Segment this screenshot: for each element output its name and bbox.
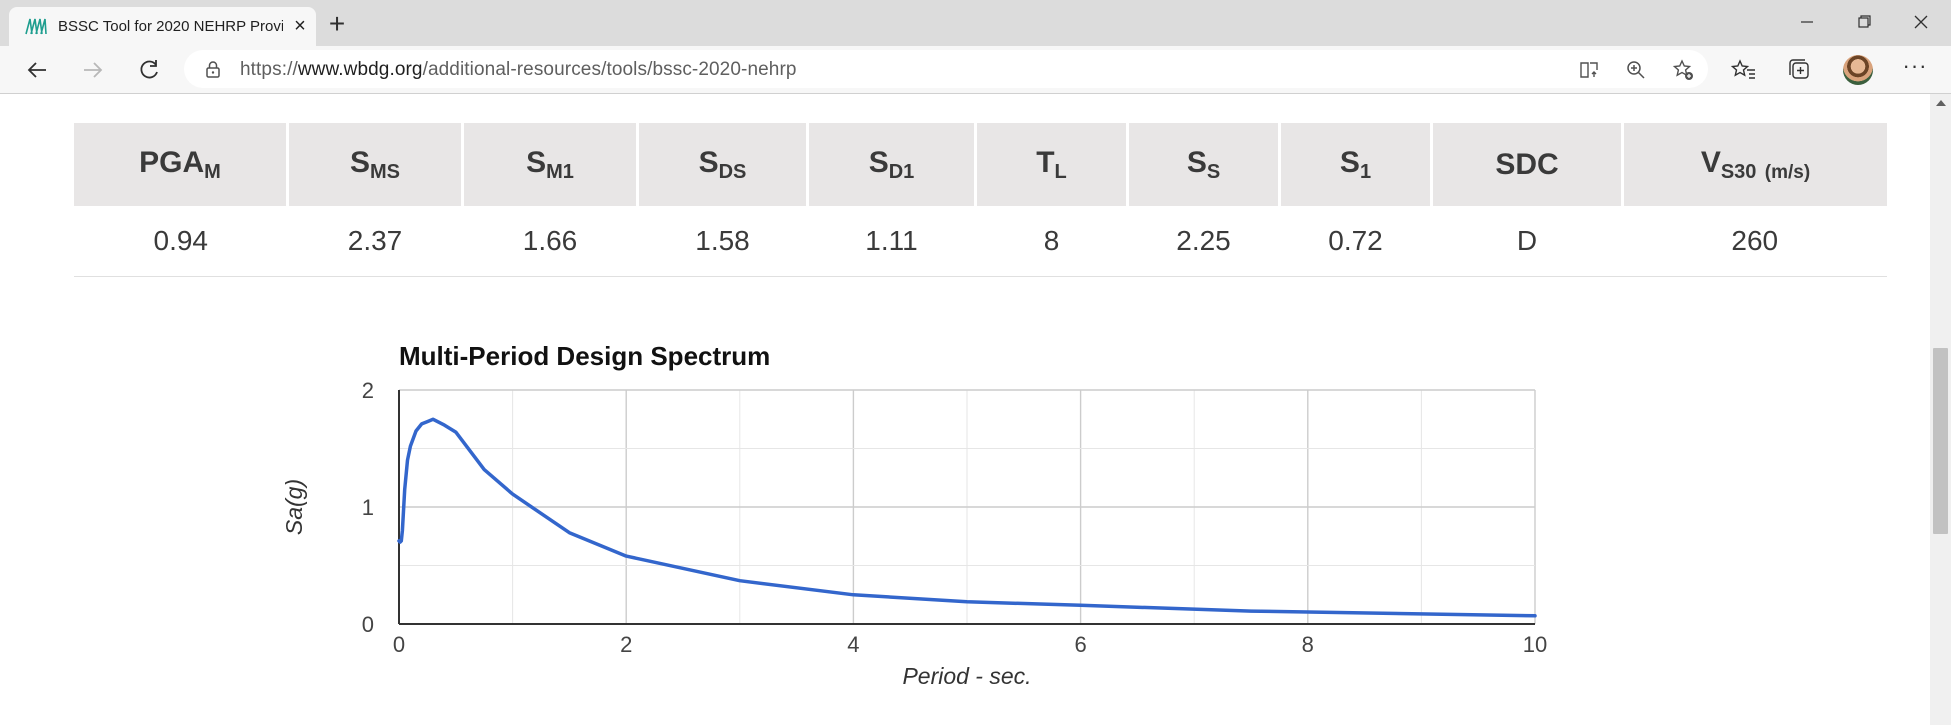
profile-avatar[interactable] — [1843, 55, 1873, 85]
x-axis-label: Period - sec. — [902, 663, 1031, 689]
x-tick-label: 10 — [1523, 632, 1547, 657]
more-options-icon[interactable]: ··· — [1900, 54, 1930, 84]
scroll-up-icon[interactable] — [1936, 100, 1946, 106]
address-bar[interactable]: https://www.wbdg.org/additional-resource… — [184, 50, 1708, 88]
x-tick-label: 6 — [1074, 632, 1086, 657]
browser-tab[interactable]: BSSC Tool for 2020 NEHRP Provisions × — [9, 7, 316, 46]
forward-arrow-icon[interactable] — [78, 55, 108, 85]
wbdg-favicon-icon — [25, 18, 47, 35]
tab-strip: BSSC Tool for 2020 NEHRP Provisions × + — [0, 0, 1951, 46]
close-window-icon[interactable] — [1898, 7, 1944, 37]
url-scheme: https:// — [240, 59, 298, 80]
x-tick-label: 4 — [847, 632, 859, 657]
x-tick-label: 2 — [620, 632, 632, 657]
add-favorite-icon[interactable] — [1671, 58, 1695, 82]
url-text[interactable]: https://www.wbdg.org/additional-resource… — [240, 59, 797, 81]
browser-toolbar: https://www.wbdg.org/additional-resource… — [0, 46, 1951, 94]
zoom-icon[interactable] — [1624, 58, 1648, 82]
vertical-scrollbar[interactable] — [1930, 94, 1951, 725]
refresh-icon[interactable] — [134, 55, 164, 85]
page-content: PGAM SMS SM1 SDS SD1 TL SS S1 SDC VS30 (… — [0, 94, 1930, 725]
new-tab-icon[interactable]: + — [322, 9, 352, 39]
tab-title: BSSC Tool for 2020 NEHRP Provisions — [58, 18, 283, 35]
back-arrow-icon[interactable] — [22, 55, 52, 85]
url-host: www.wbdg.org — [297, 59, 423, 80]
url-path: /additional-resources/tools/bssc-2020-ne… — [422, 59, 797, 80]
restore-icon[interactable] — [1841, 7, 1887, 37]
immersive-reader-icon[interactable] — [1578, 58, 1602, 82]
scrollbar-thumb[interactable] — [1933, 348, 1948, 534]
x-tick-label: 8 — [1302, 632, 1314, 657]
y-tick-label: 2 — [362, 378, 374, 403]
y-axis-label: Sa(g) — [281, 479, 307, 535]
y-tick-label: 0 — [362, 612, 374, 637]
favorites-icon[interactable] — [1730, 56, 1758, 84]
minimize-icon[interactable] — [1784, 7, 1830, 37]
chart-title: Multi-Period Design Spectrum — [399, 341, 770, 371]
x-tick-label: 0 — [393, 632, 405, 657]
design-spectrum-chart: 0 2 4 6 8 10 0 1 2 Multi-Period Design Spectrum Pe… — [281, 341, 1547, 689]
tab-close-icon[interactable]: × — [288, 14, 312, 38]
lock-icon[interactable] — [204, 60, 222, 78]
y-tick-label: 1 — [362, 495, 374, 520]
collections-icon[interactable] — [1786, 56, 1814, 84]
